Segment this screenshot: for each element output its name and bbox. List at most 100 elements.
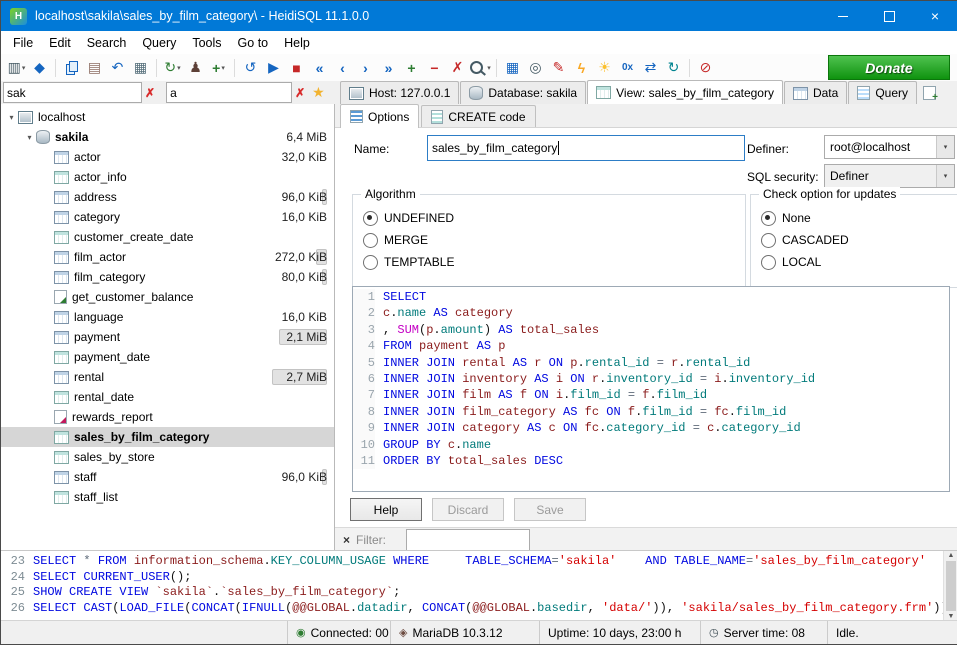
definer-select[interactable]: root@localhost ▾ <box>824 135 955 159</box>
tree-item-rental-date[interactable]: rental_date <box>1 387 334 407</box>
first-record-icon[interactable]: « <box>308 57 331 79</box>
tree-item-rental[interactable]: rental2,7 MiB <box>1 367 334 387</box>
reload-icon[interactable]: ↻ <box>662 57 685 79</box>
name-input[interactable]: sales_by_film_category <box>427 135 745 161</box>
status-text: MariaDB 10.3.12 <box>412 626 502 640</box>
close-button[interactable]: × <box>912 1 957 31</box>
add-user-icon[interactable]: ♟ <box>184 57 207 79</box>
tree-item-actor[interactable]: actor32,0 KiB <box>1 147 334 167</box>
previous-record-icon[interactable]: ‹ <box>331 57 354 79</box>
tree-item-film-actor[interactable]: film_actor272,0 KiB <box>1 247 334 267</box>
tree-item-payment[interactable]: payment2,1 MiB <box>1 327 334 347</box>
table-filter-input[interactable] <box>3 82 142 103</box>
help-button[interactable]: Help <box>350 498 422 521</box>
radio-cascaded[interactable]: CASCADED <box>761 229 957 251</box>
favorites-star-icon[interactable]: ★ <box>312 84 325 101</box>
tab-query[interactable]: Query <box>848 81 917 104</box>
last-record-icon[interactable]: » <box>377 57 400 79</box>
tree-item-sakila[interactable]: ▾sakila6,4 MiB <box>1 127 334 147</box>
editor-tab-strip: Options CREATE code <box>335 104 957 128</box>
session-manager-icon[interactable]: ▥▾ <box>5 57 28 79</box>
radio-none[interactable]: None <box>761 207 957 229</box>
abort-icon[interactable]: ⊘ <box>694 57 717 79</box>
scrollbar-thumb[interactable] <box>946 561 956 611</box>
hex-icon[interactable]: 0x <box>616 57 639 79</box>
insert-row-icon[interactable]: + <box>400 57 423 79</box>
tab-data[interactable]: Data <box>784 81 847 104</box>
save-button[interactable]: Save <box>514 498 586 521</box>
radio-merge[interactable]: MERGE <box>363 229 745 251</box>
delete-row-icon[interactable]: − <box>423 57 446 79</box>
log-scrollbar[interactable]: ▲ ▼ <box>943 551 957 621</box>
chevron-down-icon[interactable]: ▾ <box>936 165 954 187</box>
data-filter-input[interactable] <box>166 82 292 103</box>
menu-file[interactable]: File <box>5 33 41 53</box>
search-icon[interactable]: ▾ <box>469 57 492 79</box>
bulb-icon[interactable]: ☀ <box>593 57 616 79</box>
create-new-icon[interactable]: +▾ <box>207 57 230 79</box>
view-sql-editor[interactable]: 1SELECT2c.name AS category3, SUM(p.amoun… <box>352 286 950 492</box>
tree-item-category[interactable]: category16,0 KiB <box>1 207 334 227</box>
tree-item-language[interactable]: language16,0 KiB <box>1 307 334 327</box>
tree-item-staff[interactable]: staff96,0 KiB <box>1 467 334 487</box>
close-filter-icon[interactable]: × <box>343 533 350 547</box>
tree-item-film-category[interactable]: film_category80,0 KiB <box>1 267 334 287</box>
discard-button[interactable]: Discard <box>432 498 504 521</box>
scroll-down-icon[interactable]: ▼ <box>948 613 955 620</box>
tab-database-sakila[interactable]: Database: sakila <box>460 81 586 104</box>
session-manager-icon-glyph: ▥ <box>8 59 21 76</box>
tab-options[interactable]: Options <box>340 104 419 128</box>
clear-table-filter-icon[interactable]: ✗ <box>145 86 155 100</box>
highlighter-icon[interactable]: ✎ <box>547 57 570 79</box>
radio-temptable[interactable]: TEMPTABLE <box>363 251 745 273</box>
menu-help[interactable]: Help <box>276 33 318 53</box>
menu-tools[interactable]: Tools <box>184 33 229 53</box>
tree-item-address[interactable]: address96,0 KiB <box>1 187 334 207</box>
undo-icon[interactable]: ↶ <box>106 57 129 79</box>
sql-security-select[interactable]: Definer ▾ <box>824 164 955 188</box>
paste-icon[interactable]: ▤ <box>83 57 106 79</box>
tree-item-customer-create-date[interactable]: customer_create_date <box>1 227 334 247</box>
tree-item-actor-info[interactable]: actor_info <box>1 167 334 187</box>
stop-icon[interactable]: ■ <box>285 57 308 79</box>
new-query-tab-button[interactable] <box>918 82 941 104</box>
expand-arrow[interactable]: ▾ <box>5 113 18 122</box>
expand-arrow[interactable]: ▾ <box>23 133 36 142</box>
tree-item-sales-by-film-category[interactable]: sales_by_film_category <box>1 427 334 447</box>
data-grid-icon[interactable]: ▦ <box>501 57 524 79</box>
minimize-button[interactable] <box>820 1 866 31</box>
new-window-icon[interactable]: ◆ <box>28 57 51 79</box>
maximize-button[interactable] <box>866 1 912 31</box>
export-icon[interactable]: ⇄ <box>639 57 662 79</box>
tab-create-code[interactable]: CREATE code <box>421 105 535 127</box>
tab-host-127-0-0-1[interactable]: Host: 127.0.0.1 <box>340 81 459 104</box>
clear-data-filter-icon[interactable]: ✗ <box>295 86 305 100</box>
tree-item-sales-by-store[interactable]: sales_by_store <box>1 447 334 467</box>
lightning-icon[interactable]: ϟ <box>570 57 593 79</box>
donate-button[interactable]: Donate <box>828 55 950 80</box>
radio-undefined[interactable]: UNDEFINED <box>363 207 745 229</box>
copy-icon[interactable] <box>60 57 83 79</box>
cancel-editing-icon[interactable]: ✗ <box>446 57 469 79</box>
tree-item-staff-list[interactable]: staff_list <box>1 487 334 507</box>
reconnect-icon[interactable]: ↺ <box>239 57 262 79</box>
chevron-down-icon[interactable]: ▾ <box>936 136 954 158</box>
menu-search[interactable]: Search <box>79 33 135 53</box>
tree-item-rewards-report[interactable]: rewards_report <box>1 407 334 427</box>
menu-go-to[interactable]: Go to <box>230 33 277 53</box>
tab-view-sales-by-film-category[interactable]: View: sales_by_film_category <box>587 80 783 104</box>
print-icon[interactable]: ▦ <box>129 57 152 79</box>
menu-query[interactable]: Query <box>134 33 184 53</box>
tree-item-payment-date[interactable]: payment_date <box>1 347 334 367</box>
radio-local[interactable]: LOCAL <box>761 251 957 273</box>
scroll-up-icon[interactable]: ▲ <box>948 552 955 559</box>
table-icon <box>54 191 69 204</box>
tree-item-get-customer-balance[interactable]: get_customer_balance <box>1 287 334 307</box>
filter-input[interactable] <box>406 529 530 551</box>
execute-icon[interactable]: ▶ <box>262 57 285 79</box>
menu-edit[interactable]: Edit <box>41 33 79 53</box>
refresh-icon[interactable]: ↻▾ <box>161 57 184 79</box>
next-record-icon[interactable]: › <box>354 57 377 79</box>
tree-item-localhost[interactable]: ▾localhost <box>1 107 334 127</box>
find-text-icon[interactable]: ◎ <box>524 57 547 79</box>
